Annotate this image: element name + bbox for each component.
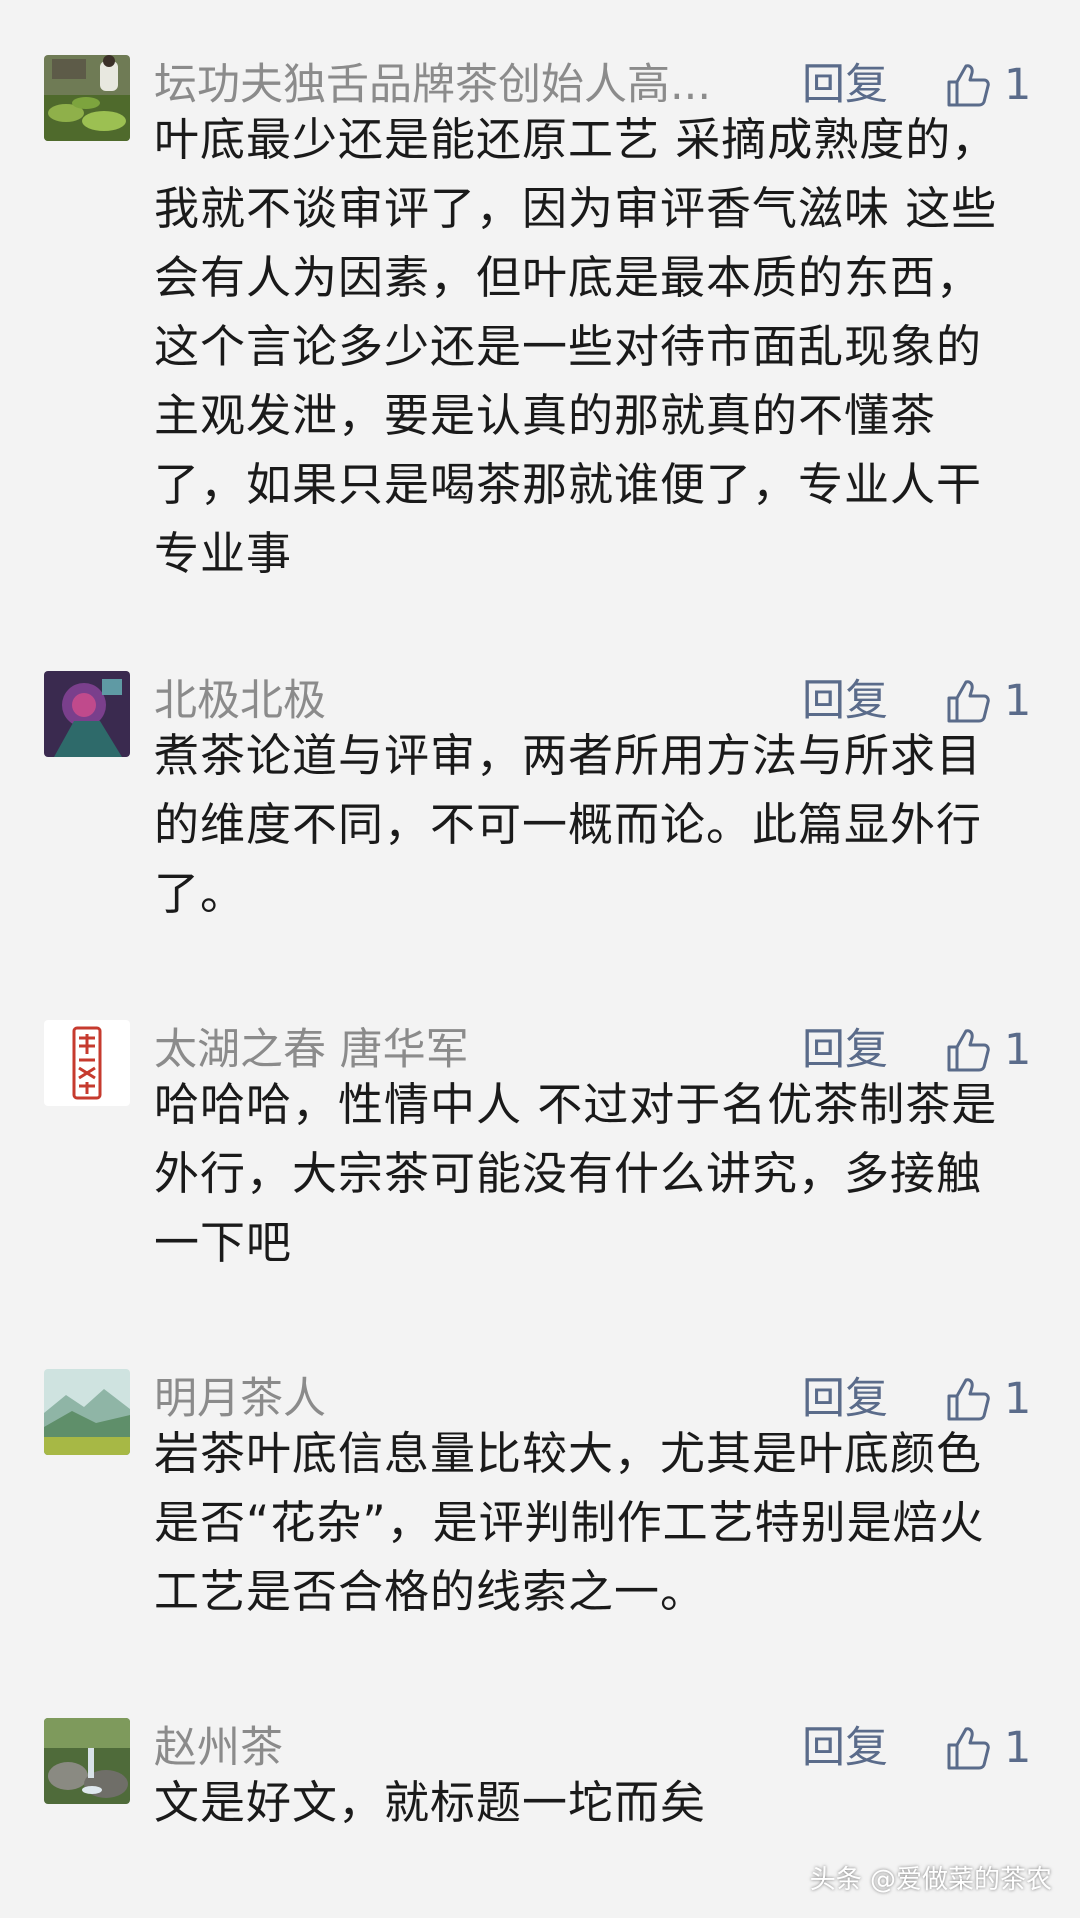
comment-text: 叶底最少还是能还原工艺 采摘成熟度的，我就不谈审评了，因为审评香气滋味 这些会有… xyxy=(154,113,998,580)
watermark: 头条 @爱做菜的茶农 xyxy=(809,1865,1052,1895)
avatar[interactable] xyxy=(44,671,130,757)
comment-text: 文是好文，就标题一坨而矣 xyxy=(154,1776,707,1829)
comment-text: 岩茶叶底信息量比较大，尤其是叶底颜色是否“花杂”，是评判制作工艺特别是焙火工艺是… xyxy=(154,1427,985,1618)
avatar[interactable] xyxy=(44,1020,130,1106)
thumbs-up-icon xyxy=(947,64,990,107)
avatar[interactable] xyxy=(44,55,130,141)
thumbs-up-icon xyxy=(947,680,990,723)
comment-item: 明月茶人 回复 1 岩茶叶底信息量比较大，尤其是叶底颜色是否“花杂”，是评判制作… xyxy=(0,1369,1080,1639)
avatar[interactable] xyxy=(44,1718,130,1804)
comment-item: 赵州茶 回复 1 文是好文，就标题一坨而矣 xyxy=(0,1718,1080,1858)
comment-item: 北极北极 回复 1 煮茶论道与评审，两者所用方法与所求目的维度不同，不可一概而论… xyxy=(0,671,1080,941)
comment-item: 坛功夫独舌品牌茶创始人高... 回复 1 叶底最少还是能还原工艺 采摘成熟度的，… xyxy=(0,55,1080,595)
comment-item: 太湖之春 唐华军 回复 1 哈哈哈，性情中人 不过对于名优茶制茶是外行，大宗茶可… xyxy=(0,1020,1080,1290)
thumbs-up-icon xyxy=(947,1029,990,1072)
comment-text: 哈哈哈，性情中人 不过对于名优茶制茶是外行，大宗茶可能没有什么讲究，多接触一下吧 xyxy=(154,1078,998,1269)
comment-text: 煮茶论道与评审，两者所用方法与所求目的维度不同，不可一概而论。此篇显外行了。 xyxy=(154,729,983,920)
thumbs-up-icon xyxy=(947,1378,990,1421)
thumbs-up-icon xyxy=(947,1727,990,1770)
avatar[interactable] xyxy=(44,1369,130,1455)
